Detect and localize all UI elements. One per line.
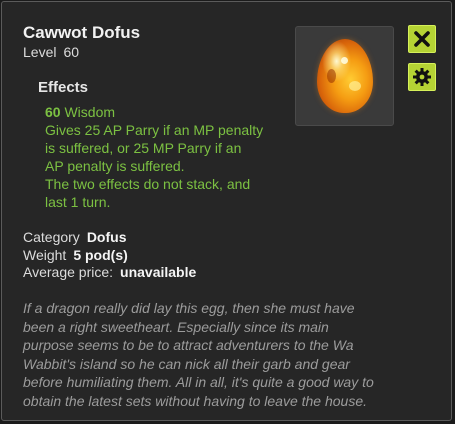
description-line: Wabbit's island so he can nick all their… — [23, 355, 350, 372]
weight-value: 5 pod(s) — [73, 247, 128, 263]
description-line: before humiliating them. All in all, it'… — [23, 374, 374, 391]
level-value: 60 — [63, 44, 80, 60]
effects-list: 60 Wisdom Gives 25 AP Parry if an MP pen… — [45, 103, 285, 211]
effect-line: The two effects do not stack, and — [45, 176, 251, 192]
item-tooltip: Cawwot Dofus Level 60 Effects 60 Wisdom … — [1, 1, 452, 421]
effect-line: Gives 25 AP Parry if an MP penalty — [45, 122, 264, 138]
description-line: purpose seems to be to attract adventure… — [23, 337, 354, 354]
item-category: Category Dofus — [23, 229, 126, 245]
wisdom-value: 60 — [45, 104, 61, 120]
settings-button[interactable] — [408, 63, 436, 91]
close-icon — [414, 31, 430, 47]
category-value: Dofus — [86, 229, 127, 245]
level-label: Level — [23, 44, 57, 60]
orange-egg-icon — [317, 39, 373, 113]
item-image-frame — [295, 26, 394, 126]
category-label: Category — [23, 229, 80, 245]
item-weight: Weight 5 pod(s) — [23, 247, 128, 263]
effect-line: is suffered, or 25 MP Parry if an — [45, 140, 242, 156]
item-level: Level 60 — [23, 44, 79, 60]
effect-line: last 1 turn. — [45, 194, 111, 210]
item-average-price: Average price: unavailable — [23, 264, 196, 280]
effect-line: AP penalty is suffered. — [45, 158, 185, 174]
price-value: unavailable — [120, 264, 197, 280]
wisdom-label: Wisdom — [64, 104, 116, 120]
gear-icon — [413, 68, 431, 86]
description-line: If a dragon really did lay this egg, the… — [23, 300, 355, 316]
effect-wisdom: 60 Wisdom — [45, 103, 285, 121]
price-label: Average price: — [23, 264, 114, 280]
item-description: If a dragon really did lay this egg, the… — [23, 299, 433, 411]
close-button[interactable] — [408, 25, 436, 53]
description-line: been a right sweetheart. Especially sinc… — [23, 318, 329, 335]
item-name: Cawwot Dofus — [23, 23, 141, 42]
description-line: obtain the latest sets without having to… — [23, 392, 368, 409]
effects-heading: Effects — [38, 79, 89, 96]
weight-label: Weight — [23, 247, 67, 263]
